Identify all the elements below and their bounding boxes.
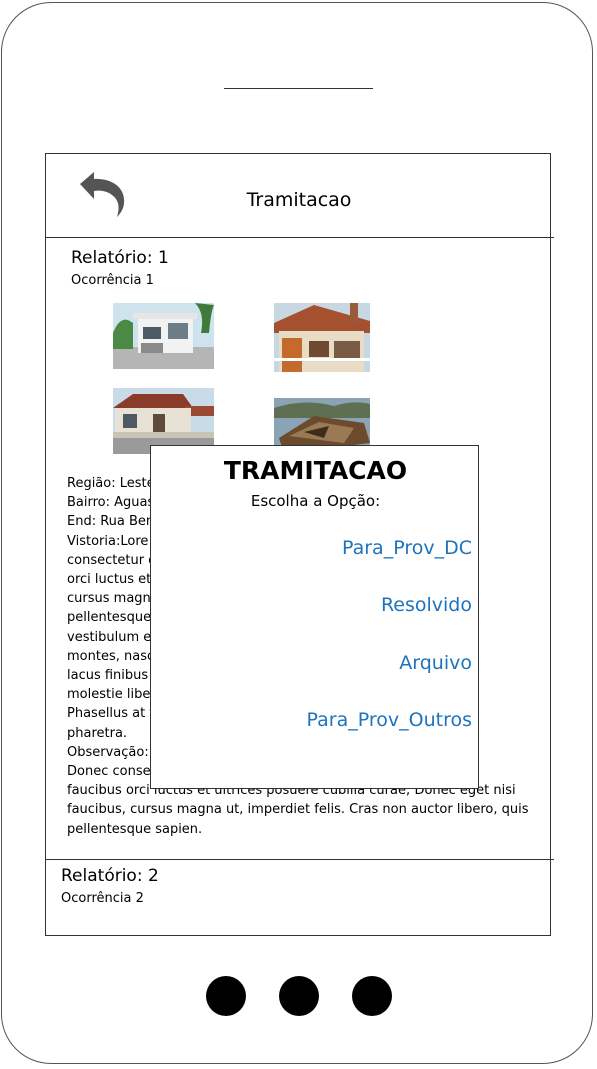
option-para-prov-dc[interactable]: Para_Prov_DC xyxy=(342,537,472,559)
report-2-occurrence: Ocorrência 2 xyxy=(61,891,144,906)
app-bar-divider xyxy=(46,237,554,238)
detail-line: pellentesque sapien. xyxy=(67,821,203,837)
option-resolvido[interactable]: Resolvido xyxy=(381,594,472,616)
report-2-title[interactable]: Relatório: 2 xyxy=(61,866,159,886)
house-photo-1[interactable] xyxy=(113,303,214,369)
report-divider xyxy=(46,859,554,860)
option-para-prov-outros[interactable]: Para_Prov_Outros xyxy=(307,709,472,731)
app-bar-title: Tramitacao xyxy=(246,189,352,211)
tramitacao-dialog: TRAMITACAO Escolha a Opção: Para_Prov_DC… xyxy=(150,445,479,789)
nav-button-recent[interactable] xyxy=(352,976,392,1016)
app-bar: Tramitacao xyxy=(46,154,552,238)
dialog-title: TRAMITACAO xyxy=(223,456,408,485)
house-photo-2[interactable] xyxy=(274,303,370,372)
nav-button-home[interactable] xyxy=(279,976,319,1016)
report-1-title[interactable]: Relatório: 1 xyxy=(71,248,169,268)
dialog-prompt: Escolha a Opção: xyxy=(250,492,381,510)
detail-line: faucibus, cursus magna ut, imperdiet fel… xyxy=(67,802,529,818)
report-1-occurrence: Ocorrência 1 xyxy=(71,273,154,288)
speaker-slot xyxy=(224,88,373,89)
nav-button-back[interactable] xyxy=(206,976,246,1016)
option-arquivo[interactable]: Arquivo xyxy=(399,652,472,674)
